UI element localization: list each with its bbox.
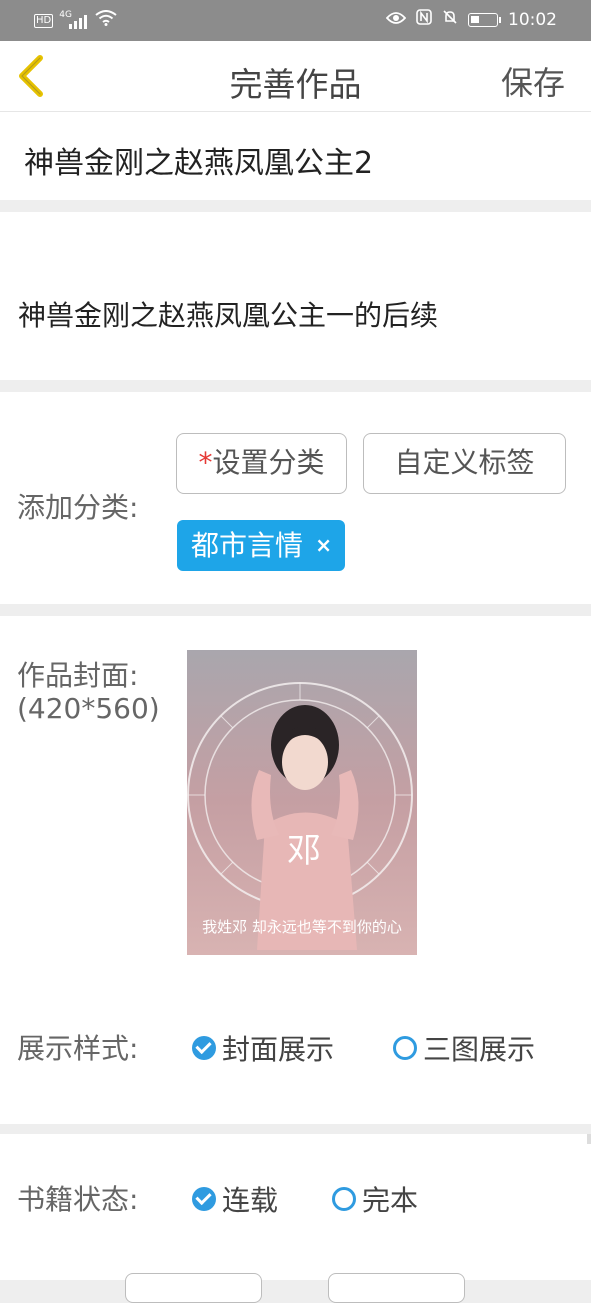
work-title-input[interactable]: 神兽金刚之赵燕凤凰公主2 [24,138,373,182]
display-style-option-label: 三图展示 [423,1033,536,1066]
hd-badge: HD [34,13,54,28]
tag-label: 都市言情 [191,529,304,562]
book-status-section: 书籍状态: 连载 完本 [0,1134,591,1280]
book-status-option-label: 连载 [222,1184,279,1217]
required-mark: * [198,446,213,479]
radio-checked-icon [192,1187,216,1211]
cover-label: 作品封面: [17,659,139,692]
battery-level-fill [471,15,479,23]
display-style-option-cover[interactable]: 封面展示 [192,1028,334,1068]
book-status-option-completed[interactable]: 完本 [332,1179,418,1219]
mute-bell-icon [442,9,458,30]
display-style-label: 展示样式: [17,1032,139,1065]
cover-image-char: 邓 [287,831,321,871]
radio-unchecked-icon [393,1036,417,1060]
status-bar-right: 10:02 [385,9,557,30]
status-bar: HD 4G 10:02 [0,0,591,41]
save-button[interactable]: 保存 [501,58,565,104]
set-category-label: 设置分类 [212,446,325,479]
status-bar-left: HD 4G [34,10,117,31]
work-title-card: 神兽金刚之赵燕凤凰公主2 [0,112,591,200]
category-label: 添加分类: [17,491,139,524]
eye-icon [385,10,407,30]
bottom-button-left[interactable] [125,1273,262,1303]
cover-artwork: 邓 我姓邓 却永远也等不到你的心 [187,650,417,955]
close-icon[interactable]: × [315,520,332,571]
cover-image-caption: 我姓邓 却永远也等不到你的心 [202,918,402,936]
nav-bar: 完善作品 保存 [0,41,591,112]
display-style-option-label: 封面展示 [222,1033,335,1066]
book-status-label: 书籍状态: [17,1183,139,1216]
work-description-input[interactable]: 神兽金刚之赵燕凤凰公主一的后续 [18,294,438,334]
radio-unchecked-icon [332,1187,356,1211]
set-category-button[interactable]: *设置分类 [176,433,347,494]
book-status-option-serializing[interactable]: 连载 [192,1179,278,1219]
cover-section: 作品封面: (420*560) 邓 我姓邓 却永远也等不到你的心 展示样式: 封… [0,616,591,1124]
radio-checked-icon [192,1036,216,1060]
book-status-option-label: 完本 [362,1184,419,1217]
work-description-card: 神兽金刚之赵燕凤凰公主一的后续 [0,212,591,380]
selected-category-tag[interactable]: 都市言情 × [177,520,345,571]
cover-size-hint: (420*560) [17,692,160,725]
status-time: 10:02 [508,9,557,30]
category-section: 添加分类: *设置分类 自定义标签 都市言情 × [0,392,591,604]
signal-icon: 4G [59,10,89,29]
cover-image[interactable]: 邓 我姓邓 却永远也等不到你的心 [187,650,417,955]
nfc-icon [416,9,432,30]
section-divider [587,1134,591,1144]
wifi-icon [95,10,117,31]
display-style-option-three-images[interactable]: 三图展示 [393,1028,535,1068]
battery-icon [468,12,501,27]
bottom-button-right[interactable] [328,1273,465,1303]
custom-tag-button[interactable]: 自定义标签 [363,433,566,494]
